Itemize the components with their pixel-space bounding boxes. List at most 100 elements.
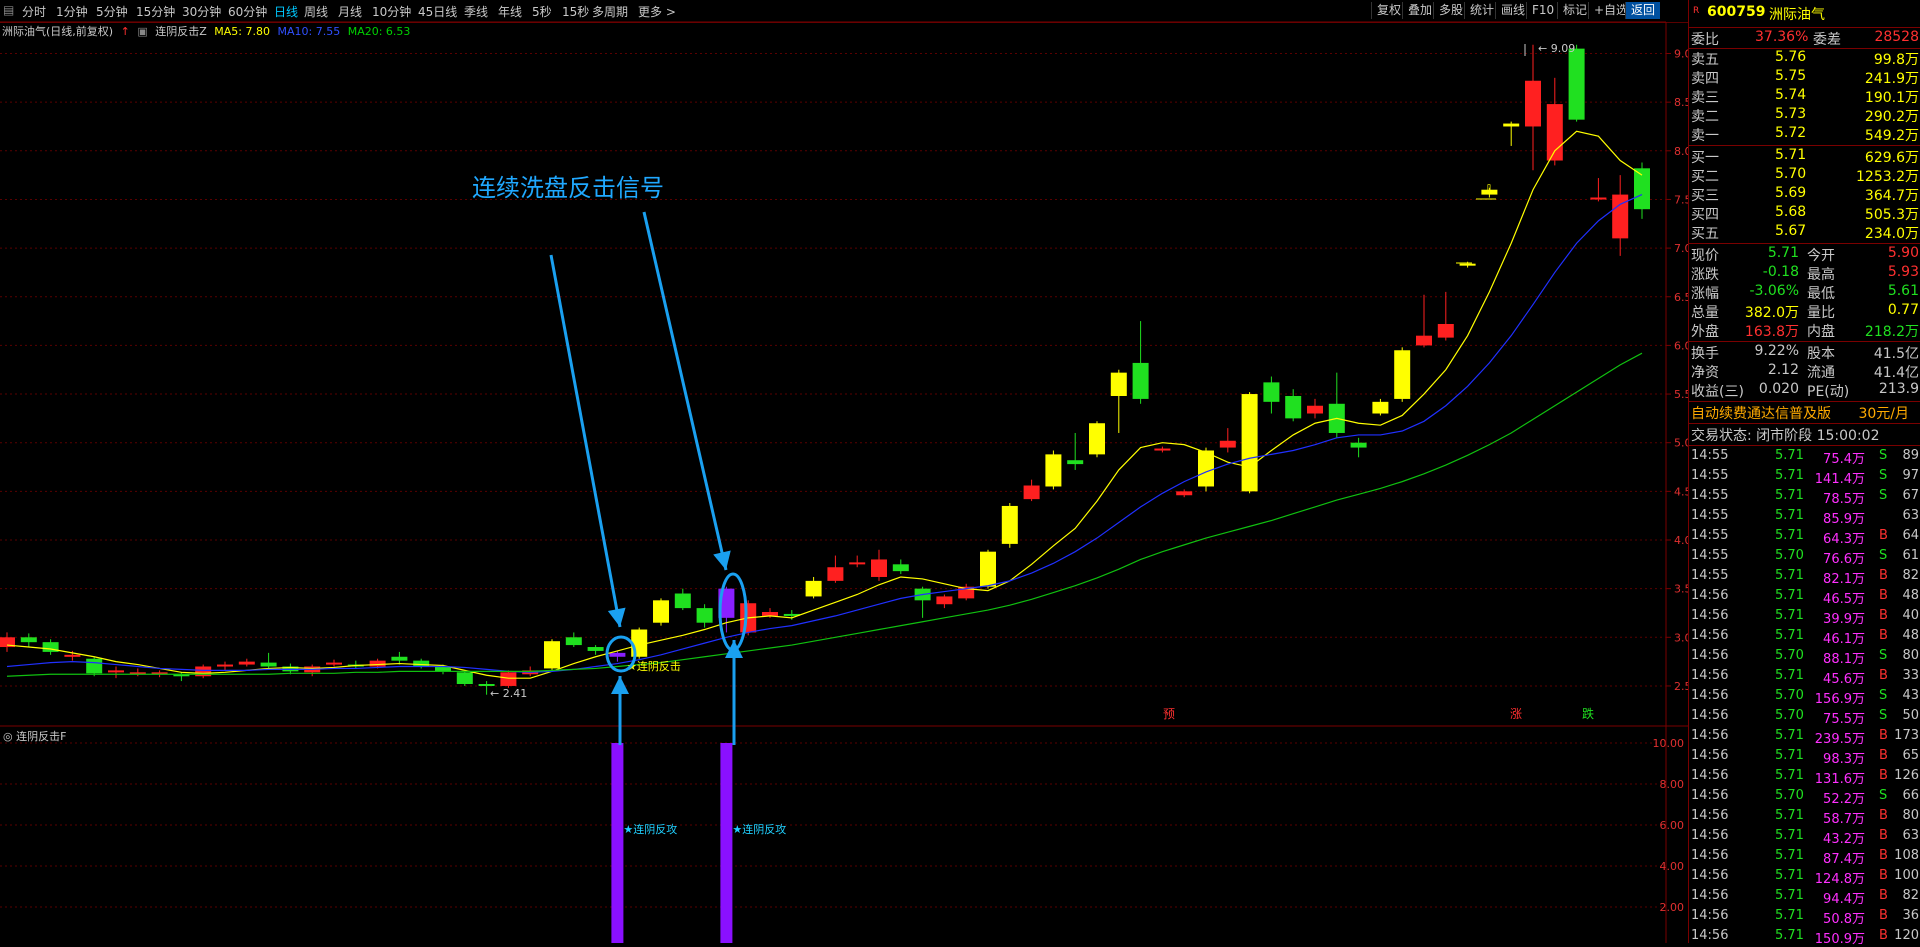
candle-body [1612,194,1629,239]
candle-body [1001,505,1018,544]
tick-row-10: 14:56 5.70 88.1万 S 80 [1691,648,1919,667]
candle-body [238,661,255,665]
candle-body [369,660,386,667]
pointer-arrow-2-head [713,550,731,570]
candle-body [217,664,233,667]
bid-row-3: 买四 5.68 505.3万 [1691,204,1919,223]
candle-body [1394,350,1411,399]
tick-row-15: 14:56 5.71 98.3万 B 65 [1691,748,1919,767]
stock-title: R 600759 洲际油气 [1689,4,1920,23]
candle-body [456,672,473,685]
candle-body [1198,450,1214,487]
ma5-line [6,130,1643,679]
promo-row[interactable]: 自动续费通达信普及版 30元/月 [1689,403,1920,422]
panel-separator [1689,401,1920,402]
candle-body [1459,263,1476,266]
candle-body [1437,323,1454,338]
price-tick-label: 2.50 [1674,680,1688,693]
tick-row-9: 14:56 5.71 46.1万 B 48 [1691,628,1919,647]
candle-body [696,608,713,623]
candle-body [1568,48,1585,120]
signal-bar [611,743,624,943]
kline-chart[interactable]: 9.00 8.50 8.00 7.50 7.00 6.50 6.00 5.50 5.00 4.50… [0,0,1688,943]
tick-row-6: 14:55 5.71 82.1万 B 82 [1691,568,1919,587]
candle-body [1285,395,1302,419]
ask-row-1: 卖四 5.75 241.9万 [1691,68,1919,87]
candle-body [980,551,996,587]
panel-separator [1689,341,1920,342]
stat-row-1: 涨跌 -0.18 最高 5.93 [1691,264,1919,283]
tick-row-22: 14:56 5.71 94.4万 B 82 [1691,888,1919,907]
candle-body [674,593,691,609]
quote-panel: R 600759 洲际油气 委比 37.36% 委差 28528 卖五 5.76 99.8万 卖四 5… [1688,0,1920,947]
bid-row-4: 买五 5.67 234.0万 [1691,223,1919,242]
price-tick-label: 8.00 [1674,145,1688,158]
candle-body [1089,423,1105,455]
candle-body [871,559,887,577]
candle-body [805,580,822,597]
price-tick-label: 6.00 [1674,339,1688,352]
price-tick-label: 3.00 [1674,631,1688,644]
tick-row-12: 14:56 5.70 156.9万 S 43 [1691,688,1919,707]
candle-body [1372,401,1389,414]
candle-body [1132,362,1149,399]
sub-tick-label: 2.00 [1660,901,1685,914]
tick-row-1: 14:55 5.71 141.4万 S 97 [1691,468,1919,487]
price-tick-label: 8.50 [1674,96,1688,109]
pointer-arrow-2 [642,211,728,571]
panel-separator [1689,445,1920,446]
tick-row-16: 14:56 5.71 131.6万 B 126 [1691,768,1919,787]
r-badge: R [1693,6,1700,16]
chart-marker-2: 跌 [1582,706,1594,721]
tick-row-2: 14:55 5.71 78.5万 S 67 [1691,488,1919,507]
tick-row-5: 14:55 5.70 76.6万 S 61 [1691,548,1919,567]
price-tick-label: 5.00 [1674,437,1688,450]
candle-body [1241,394,1258,492]
sub-tick-label: 10.00 [1653,737,1685,750]
headline-text: 连续洗盘反击信号 [472,174,664,202]
tick-row-17: 14:56 5.70 52.2万 S 66 [1691,788,1919,807]
tick-row-18: 14:56 5.71 58.7万 B 80 [1691,808,1919,827]
stat2-row-0: 换手 9.22% 股本 41.5亿 [1691,343,1919,362]
ma20-line [6,352,1643,677]
candlestick-series [0,44,1650,695]
candle-body [892,564,909,572]
stat-row-4: 外盘 163.8万 内盘 218.2万 [1691,324,1919,340]
down-arrow-marker: ⇩ [1484,182,1494,196]
sub-tick-label: 4.00 [1660,860,1685,873]
candle-body [1154,448,1171,451]
stat-row-0: 现价 5.71 今开 5.90 [1691,245,1919,264]
price-tick-label: 4.00 [1674,534,1688,547]
price-axis: 9.00 8.50 8.00 7.50 7.00 6.50 6.00 5.50 5.00 4.50… [1666,48,1688,693]
tick-row-21: 14:56 5.71 124.8万 B 100 [1691,868,1919,887]
candle-body [20,637,37,643]
webi-row: 委比 37.36% 委差 28528 [1691,29,1919,48]
candle-body [1503,123,1520,127]
panel-separator [1689,27,1920,28]
candle-body [1110,372,1127,396]
candle-body [86,658,103,674]
bid-row-2: 买三 5.69 364.7万 [1691,185,1919,204]
pointer-arrow-1 [549,254,622,628]
ma10-line [6,194,1643,673]
candle-body [500,672,517,686]
candle-body [1525,80,1541,127]
candle-body [1350,442,1367,448]
moving-average-lines [6,130,1643,679]
tick-row-14: 14:56 5.71 239.5万 B 173 [1691,728,1919,747]
price-tick-label: 3.50 [1674,583,1688,596]
tick-row-0: 14:55 5.71 75.4万 S 89 [1691,448,1919,467]
candle-body [1307,405,1323,414]
tick-row-19: 14:56 5.71 43.2万 B 63 [1691,828,1919,847]
candle-body [1590,197,1607,200]
signal-label: ★连阴反击 [627,660,681,673]
sub-signal-label: ★连阴反攻 [732,822,786,836]
ask-row-2: 卖三 5.74 190.1万 [1691,87,1919,106]
price-tick-label: 7.50 [1674,193,1688,206]
tick-row-7: 14:56 5.71 46.5万 B 48 [1691,588,1919,607]
sub-tick-label: 6.00 [1660,819,1685,832]
sub-panel-title: ◎ 连阴反击F [3,730,66,743]
candle-body [544,641,560,669]
candle-body [653,600,669,623]
candle-body [326,662,342,665]
